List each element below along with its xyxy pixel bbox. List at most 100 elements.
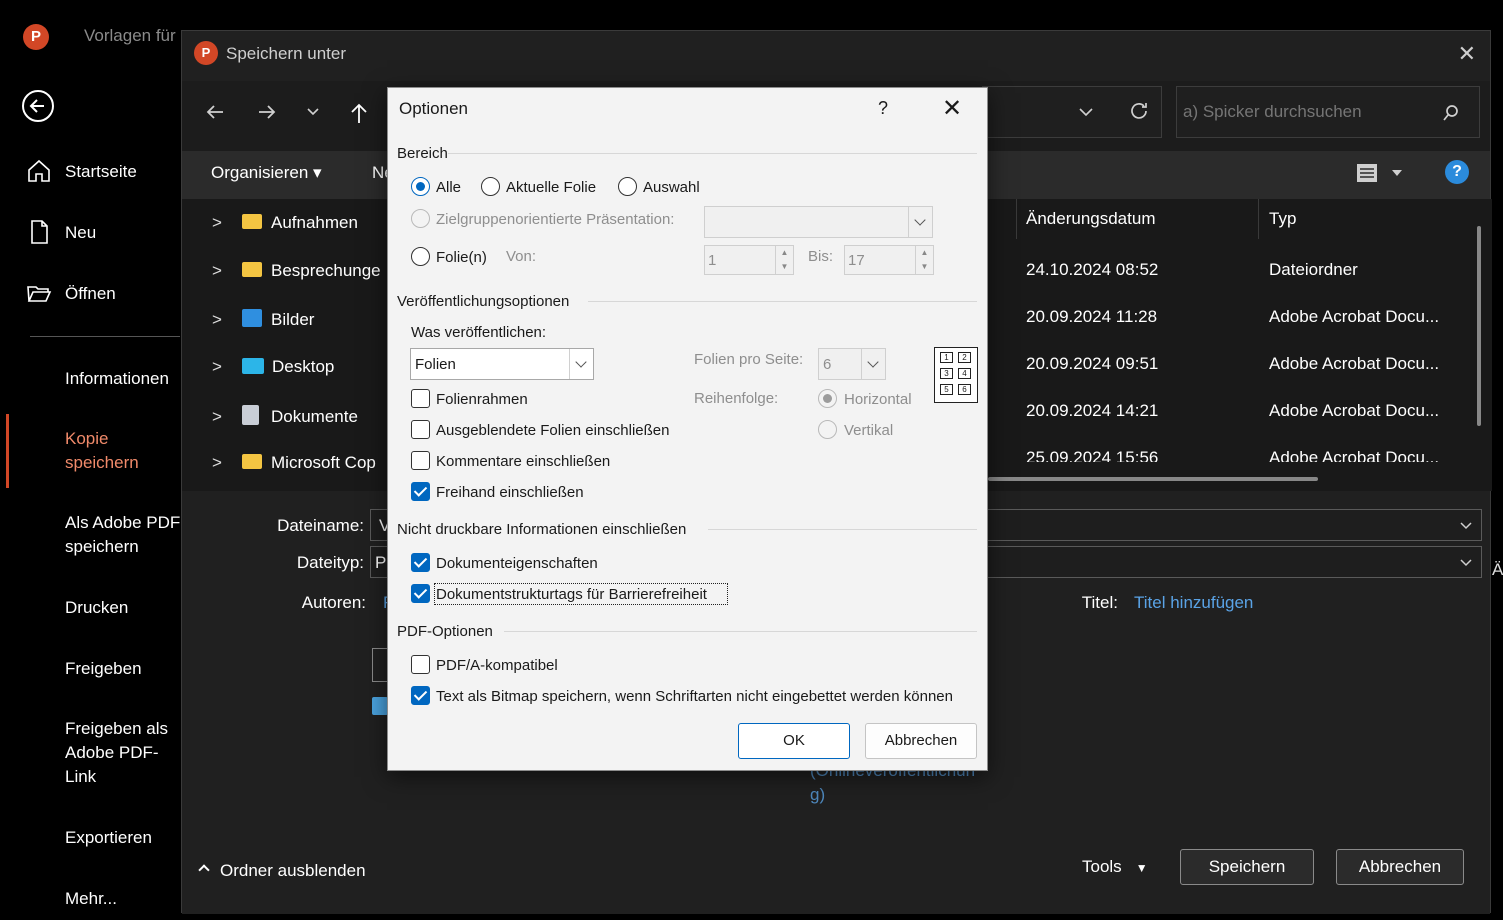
cancel-button[interactable]: Abbrechen (1336, 849, 1464, 885)
checkbox-structure-tags[interactable] (411, 584, 430, 603)
checkbox-document-properties-label: Dokumenteigenschaften (436, 555, 598, 572)
tree-item-bilder[interactable]: > Bilder (212, 309, 314, 330)
radio-custom-show[interactable] (411, 209, 430, 228)
to-spinner[interactable]: 17 ▲ ▼ (844, 245, 934, 275)
nav-informationen[interactable]: Informationen (65, 367, 169, 391)
tree-item-desktop[interactable]: > Desktop (212, 357, 334, 377)
folder-tree: > Aufnahmen > Besprechunge > Bilder > Deskto… (182, 199, 392, 491)
hide-folders-button[interactable]: Ordner ausblenden (198, 861, 366, 881)
nav-freigeben-pdf-link[interactable]: Freigeben als Adobe PDF-Link (65, 717, 177, 789)
filetype-label: Dateityp: (296, 553, 364, 572)
tree-item-dokumente[interactable]: > Dokumente (212, 405, 358, 427)
column-separator (1016, 199, 1017, 239)
row-type: Adobe Acrobat Docu... (1269, 354, 1440, 373)
slides-per-page-select[interactable]: 6 (818, 348, 886, 380)
nav-freigeben[interactable]: Freigeben (65, 657, 142, 681)
to-label: Bis: (808, 248, 834, 265)
row-date: 25.09.2024 15:56 (1026, 448, 1159, 462)
checkbox-folienrahmen[interactable] (411, 389, 430, 408)
help-icon[interactable]: ? (1445, 160, 1469, 184)
radio-horizontal[interactable] (818, 389, 837, 408)
back-icon[interactable] (22, 90, 54, 122)
radio-aktuelle-folie[interactable] (481, 177, 500, 196)
cancel-button[interactable]: Abbrechen (865, 723, 977, 759)
address-bar[interactable] (982, 86, 1162, 138)
open-folder-icon (27, 286, 52, 302)
radio-horizontal-label: Horizontal (844, 391, 912, 408)
refresh-icon[interactable] (1128, 100, 1150, 122)
what-to-publish-select[interactable]: Folien (410, 348, 594, 380)
checkbox-ink[interactable] (411, 482, 430, 501)
row-type: Dateiordner (1269, 260, 1358, 279)
nav-startseite[interactable]: Startseite (65, 160, 137, 184)
checkbox-comments-label: Kommentare einschließen (436, 453, 611, 470)
tools-button[interactable]: Tools ▼ (1082, 857, 1148, 877)
search-input[interactable] (1183, 102, 1433, 122)
radio-auswahl[interactable] (618, 177, 637, 196)
what-to-publish-label: Was veröffentlichen: (411, 324, 547, 341)
checkbox-bitmap-text[interactable] (411, 686, 430, 705)
help-icon[interactable]: ? (878, 98, 888, 119)
radio-folien-label: Folie(n) (436, 249, 487, 266)
folder-icon (242, 454, 262, 469)
tree-label: Microsoft Cop (271, 453, 376, 472)
to-value: 17 (848, 252, 865, 269)
column-header-date[interactable]: Änderungsdatum (1026, 209, 1155, 229)
checkbox-hidden-slides[interactable] (411, 420, 430, 439)
search-box[interactable] (1176, 86, 1480, 138)
options-title: Optionen (399, 99, 468, 118)
what-to-publish-value: Folien (415, 356, 456, 373)
radio-alle-label: Alle (436, 179, 462, 196)
background-title: Vorlagen für (84, 26, 176, 45)
group-divider (448, 153, 977, 154)
chevron-down-icon[interactable] (1459, 558, 1473, 567)
recent-locations-chevron-icon[interactable] (306, 107, 320, 117)
organize-button[interactable]: Organisieren ▾ (211, 163, 322, 183)
partial-checkbox[interactable] (372, 697, 388, 715)
pictures-icon (242, 309, 262, 327)
forward-arrow-icon[interactable] (256, 101, 278, 123)
close-icon[interactable]: ✕ (942, 94, 962, 123)
checkbox-document-properties[interactable] (411, 553, 430, 572)
address-dropdown-chevron-icon[interactable] (1078, 107, 1094, 117)
nav-als-adobe-pdf[interactable]: Als Adobe PDF speichern (65, 511, 185, 559)
order-label: Reihenfolge: (694, 390, 779, 407)
group-divider (708, 529, 977, 530)
checkbox-hidden-slides-label: Ausgeblendete Folien einschließen (436, 422, 670, 439)
nav-exportieren[interactable]: Exportieren (65, 826, 152, 850)
view-list-icon[interactable] (1356, 162, 1378, 184)
vertical-scrollbar[interactable] (1477, 226, 1481, 426)
close-icon[interactable]: ✕ (1458, 41, 1476, 67)
nav-neu[interactable]: Neu (65, 221, 96, 245)
chevron-down-icon[interactable] (1459, 521, 1473, 530)
radio-vertical[interactable] (818, 420, 837, 439)
nav-oeffnen[interactable]: Öffnen (65, 282, 116, 306)
row-date: 20.09.2024 09:51 (1026, 354, 1159, 373)
row-type: Adobe Acrobat Docu... (1269, 307, 1440, 326)
add-title-link[interactable]: Titel hinzufügen (1134, 593, 1253, 613)
search-icon[interactable] (1441, 103, 1461, 123)
view-options-chevron-icon[interactable] (1391, 169, 1403, 177)
tree-item-aufnahmen[interactable]: > Aufnahmen (212, 213, 358, 233)
publish-group-header: Veröffentlichungsoptionen (397, 293, 570, 310)
horizontal-scrollbar[interactable] (988, 477, 1318, 481)
from-spinner[interactable]: 1 ▲ ▼ (704, 245, 794, 275)
radio-folien[interactable] (411, 247, 430, 266)
back-arrow-icon[interactable] (204, 101, 226, 123)
radio-alle[interactable] (411, 177, 430, 196)
tree-item-besprechungen[interactable]: > Besprechunge (212, 261, 381, 281)
nav-drucken[interactable]: Drucken (65, 596, 128, 620)
nav-mehr[interactable]: Mehr... (65, 887, 117, 911)
online-publish-link-2[interactable]: g) (810, 785, 825, 805)
nav-kopie-speichern[interactable]: Kopie speichern (65, 427, 155, 475)
column-header-type[interactable]: Typ (1269, 209, 1296, 229)
ok-button[interactable]: OK (738, 723, 850, 759)
tree-item-microsoft-copilot[interactable]: > Microsoft Cop (212, 453, 376, 473)
up-arrow-icon[interactable] (348, 101, 370, 125)
custom-show-select[interactable] (704, 206, 933, 238)
folder-icon (242, 214, 262, 229)
save-button[interactable]: Speichern (1180, 849, 1314, 885)
checkbox-pdfa[interactable] (411, 655, 430, 674)
checkbox-comments[interactable] (411, 451, 430, 470)
row-type: Adobe Acrobat Docu... (1269, 401, 1440, 420)
